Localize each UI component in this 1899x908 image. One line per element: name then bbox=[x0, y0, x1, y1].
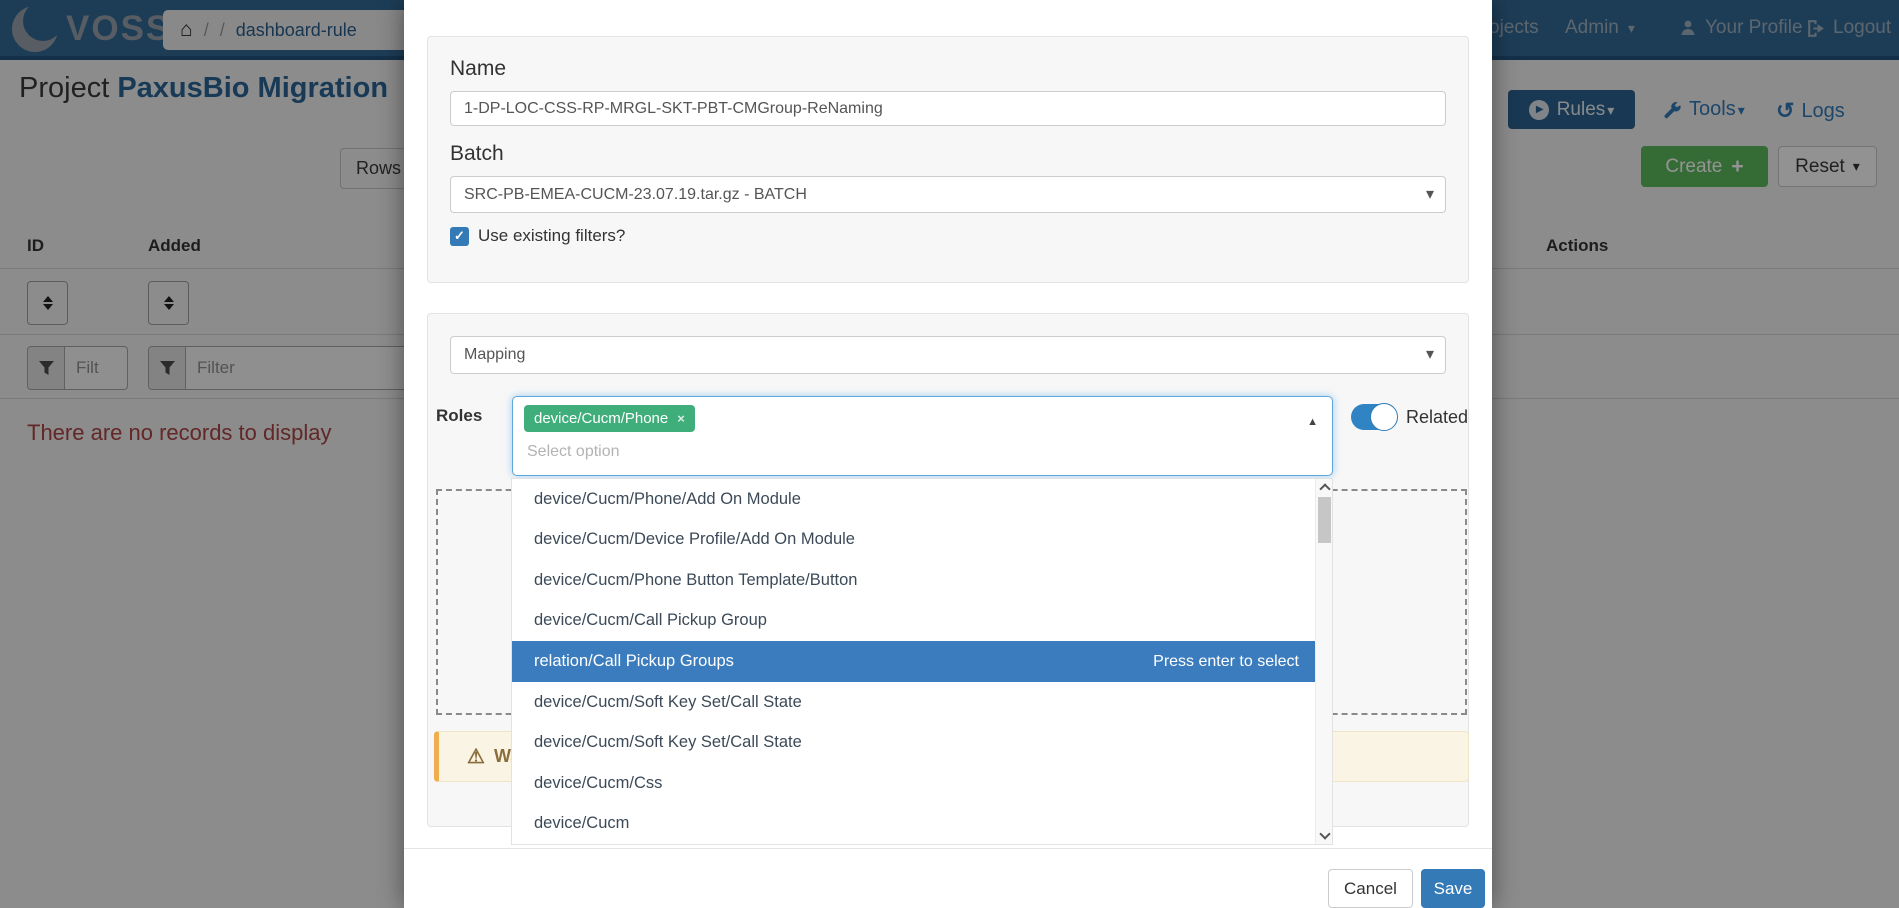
mapping-select-value: Mapping bbox=[464, 346, 525, 364]
scrollbar-thumb[interactable] bbox=[1318, 497, 1331, 543]
name-label: Name bbox=[450, 57, 1446, 81]
chevron-up-icon bbox=[1319, 483, 1330, 494]
use-existing-filters-checkbox[interactable] bbox=[450, 227, 469, 246]
scroll-up-button[interactable] bbox=[1316, 479, 1333, 495]
name-batch-panel: Name Batch SRC-PB-EMEA-CUCM-23.07.19.tar… bbox=[427, 36, 1469, 283]
related-label: Related bbox=[1406, 407, 1468, 428]
dropdown-option[interactable]: device/Cucm/Device Profile/Add On Module bbox=[512, 520, 1315, 561]
dropdown-option[interactable]: device/Cucm/Phone Button Template/Button bbox=[512, 560, 1315, 601]
batch-select[interactable]: SRC-PB-EMEA-CUCM-23.07.19.tar.gz - BATCH bbox=[450, 176, 1446, 213]
scroll-down-button[interactable] bbox=[1316, 828, 1333, 844]
dropdown-option[interactable]: device/Cucm/Call Pickup Group bbox=[512, 601, 1315, 642]
dropdown-option[interactable]: device/Cucm/Css bbox=[512, 763, 1315, 804]
related-toggle[interactable] bbox=[1351, 404, 1397, 430]
dropdown-scrollbar bbox=[1315, 479, 1332, 844]
name-input[interactable] bbox=[450, 91, 1446, 126]
batch-label: Batch bbox=[450, 142, 1446, 166]
dropdown-option[interactable]: device/Cucm/Phone/Add On Module bbox=[512, 479, 1315, 520]
dropdown-option-highlighted[interactable]: relation/Call Pickup Groups Press enter … bbox=[512, 641, 1315, 682]
cancel-button[interactable]: Cancel bbox=[1328, 869, 1413, 908]
chevron-down-icon bbox=[1319, 828, 1330, 839]
remove-tag-icon[interactable]: × bbox=[677, 411, 685, 426]
warning-icon bbox=[467, 744, 485, 769]
roles-multiselect[interactable]: device/Cucm/Phone × Select option bbox=[512, 396, 1333, 476]
batch-select-value: SRC-PB-EMEA-CUCM-23.07.19.tar.gz - BATCH bbox=[464, 186, 807, 204]
dropdown-option[interactable]: device/Cucm/Soft Key Set/Call State bbox=[512, 722, 1315, 763]
caret-up-icon[interactable] bbox=[1307, 412, 1318, 430]
dropdown-option[interactable]: device/Cucm bbox=[512, 804, 1315, 845]
roles-dropdown: device/Cucm/Phone/Add On Module device/C… bbox=[511, 478, 1333, 845]
press-enter-hint: Press enter to select bbox=[1153, 653, 1299, 671]
roles-label: Roles bbox=[436, 406, 482, 426]
toggle-knob bbox=[1370, 403, 1398, 431]
dropdown-option[interactable]: device/Cucm/Soft Key Set/Call State bbox=[512, 682, 1315, 723]
role-tag: device/Cucm/Phone × bbox=[524, 405, 695, 432]
modal-footer-divider bbox=[404, 848, 1492, 849]
related-toggle-row: Related bbox=[1351, 404, 1468, 430]
mapping-select[interactable]: Mapping bbox=[450, 336, 1446, 374]
roles-select-placeholder: Select option bbox=[527, 443, 1321, 461]
use-existing-filters-label: Use existing filters? bbox=[478, 226, 625, 246]
roles-dropdown-list: device/Cucm/Phone/Add On Module device/C… bbox=[512, 479, 1315, 844]
save-button[interactable]: Save bbox=[1421, 869, 1485, 908]
screen: VOSS / / dashboard-rule Projects Admin Y… bbox=[0, 0, 1899, 908]
use-existing-filters-row: Use existing filters? bbox=[450, 226, 1446, 246]
rule-edit-modal: Name Batch SRC-PB-EMEA-CUCM-23.07.19.tar… bbox=[404, 0, 1492, 908]
